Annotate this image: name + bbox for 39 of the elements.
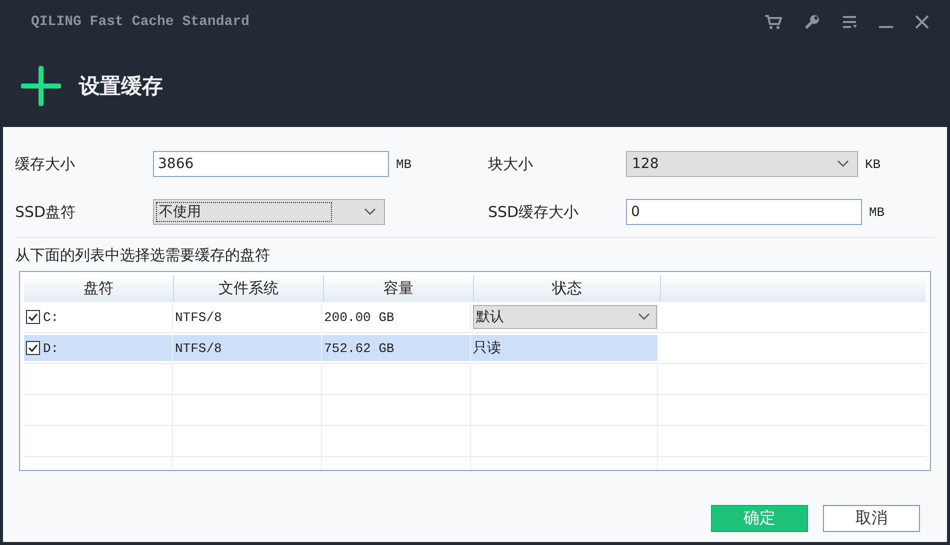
chevron-icon[interactable]: [364, 208, 376, 216]
chevron-icon[interactable]: [638, 313, 650, 321]
column-header[interactable]: 容量: [324, 275, 474, 301]
field-label: 块大小: [488, 154, 534, 174]
chevron-icon[interactable]: [837, 160, 849, 168]
close-icon[interactable]: [915, 15, 929, 29]
table-cell: 只读: [471, 335, 658, 361]
page-title: 设置缓存: [79, 72, 163, 100]
plus-icon: [21, 66, 61, 106]
list-caption: 从下面的列表中选择选需要缓存的盘符: [15, 246, 271, 265]
column-header[interactable]: 状态: [474, 275, 661, 301]
dropdown[interactable]: 不使用: [153, 199, 385, 225]
window-title: QILING Fast Cache Standard: [31, 14, 250, 30]
column-header[interactable]: 文件系统: [174, 275, 324, 301]
table-cell: 200.00 GB: [322, 304, 471, 330]
dropdown[interactable]: 128: [626, 151, 858, 177]
drive-letter: C:: [43, 310, 59, 324]
table-cell: NTFS/8: [173, 304, 322, 330]
wrench-icon[interactable]: [804, 14, 820, 30]
field-label: SSD缓存大小: [488, 202, 580, 222]
cancel-button[interactable]: 取消: [823, 505, 920, 532]
checkbox[interactable]: [26, 341, 40, 355]
input-field[interactable]: 3866: [153, 151, 389, 177]
menu-icon[interactable]: [842, 15, 857, 29]
cart-icon[interactable]: [764, 14, 782, 30]
column-header[interactable]: 盘符: [24, 275, 174, 301]
field-label: 缓存大小: [15, 154, 76, 174]
table-row[interactable]: C: NTFS/8 200.00 GB 默认: [24, 304, 658, 330]
table-cell: 752.62 GB: [322, 335, 471, 361]
table-row[interactable]: D: NTFS/8 752.62 GB 只读: [24, 335, 658, 361]
field-label: SSD盘符: [15, 202, 77, 222]
unit-label: MB: [396, 156, 412, 172]
status-dropdown[interactable]: 默认: [473, 305, 657, 329]
table-cell: NTFS/8: [173, 335, 322, 361]
checkbox[interactable]: [26, 310, 40, 324]
input-field[interactable]: 0: [626, 199, 862, 225]
drive-letter: D:: [43, 340, 59, 356]
unit-label: MB: [869, 204, 885, 220]
unit-label: KB: [865, 156, 881, 172]
